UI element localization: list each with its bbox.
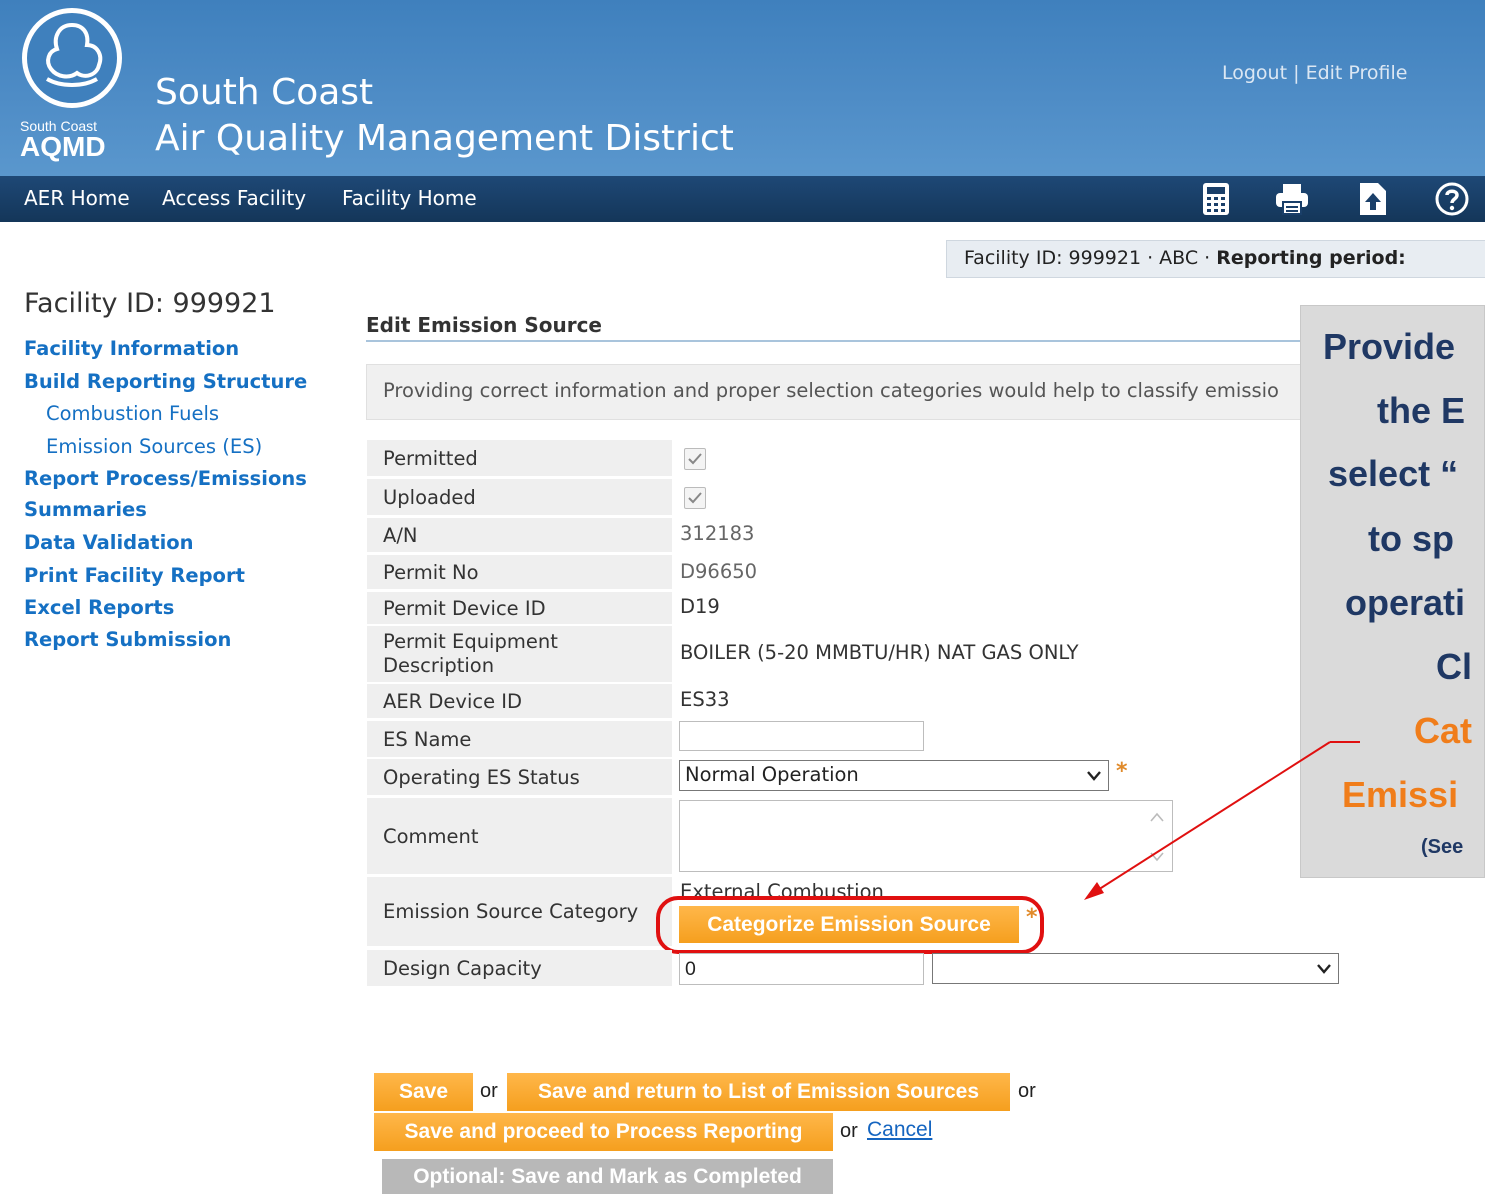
- permit-equipment-description-label: Permit Equipment Description: [367, 626, 672, 682]
- nav-aer-home[interactable]: AER Home: [24, 186, 130, 210]
- callout-line: (See: [1421, 836, 1464, 858]
- title-divider: [366, 340, 1306, 342]
- or-text: or: [1018, 1080, 1036, 1102]
- callout-line: select “: [1328, 453, 1459, 494]
- an-label: A/N: [367, 518, 672, 552]
- comment-label: Comment: [367, 798, 672, 874]
- sidebar-title: Facility ID: 999921: [24, 288, 276, 319]
- es-name-label: ES Name: [367, 721, 672, 757]
- facility-info-bar: Facility ID: 999921 · ABC · Reporting pe…: [946, 240, 1485, 278]
- callout-line: the E: [1377, 390, 1466, 431]
- or-text: or: [480, 1080, 498, 1102]
- required-asterisk: *: [1026, 905, 1038, 930]
- sidebar-item-report-process-emissions[interactable]: Report Process/Emissions: [24, 467, 307, 490]
- permit-equipment-description-value: BOILER (5-20 MMBTU/HR) NAT GAS ONLY: [680, 641, 1079, 664]
- sidebar-item-summaries[interactable]: Summaries: [24, 498, 147, 521]
- callout-line: Cat: [1414, 710, 1473, 751]
- chevron-down-icon: [1317, 964, 1331, 974]
- facility-bar-prefix: Facility ID: 999921 · ABC ·: [964, 247, 1217, 269]
- design-capacity-input[interactable]: [679, 953, 924, 985]
- design-capacity-label: Design Capacity: [367, 950, 672, 986]
- aer-device-id-label: AER Device ID: [367, 684, 672, 718]
- nav-access-facility[interactable]: Access Facility: [162, 186, 306, 210]
- sidebar-item-build-reporting-structure[interactable]: Build Reporting Structure: [24, 370, 307, 393]
- or-text: or: [840, 1120, 858, 1142]
- permit-no-label: Permit No: [367, 555, 672, 589]
- operating-status-label: Operating ES Status: [367, 759, 672, 795]
- emission-source-category-label: Emission Source Category: [367, 877, 672, 946]
- help-icon[interactable]: [1434, 181, 1469, 217]
- logout-link[interactable]: Logout: [1222, 62, 1287, 84]
- org-name-line2: Air Quality Management District: [155, 118, 734, 159]
- permitted-label: Permitted: [367, 440, 672, 476]
- main-nav: AER Home Access Facility Facility Home: [0, 176, 1485, 222]
- sidebar-item-print-facility-report[interactable]: Print Facility Report: [24, 564, 245, 587]
- uploaded-checkbox[interactable]: [684, 487, 706, 509]
- sidebar-item-combustion-fuels[interactable]: Combustion Fuels: [46, 402, 219, 425]
- emission-source-category-value: External Combustion: [680, 880, 884, 898]
- aqmd-logo[interactable]: South Coast AQMD: [20, 8, 122, 162]
- logo-emblem-icon: [22, 8, 122, 108]
- callout-line: Cl: [1436, 646, 1472, 687]
- nav-facility-home[interactable]: Facility Home: [342, 186, 477, 210]
- calculator-icon[interactable]: [1199, 181, 1233, 217]
- arrow-icon: [1084, 741, 1360, 900]
- operating-status-value: Normal Operation: [685, 763, 859, 786]
- save-button[interactable]: Save: [374, 1073, 473, 1111]
- callout-line: Provide: [1323, 326, 1456, 367]
- check-icon: [688, 492, 702, 504]
- an-value: 312183: [680, 522, 755, 545]
- callout-line: to sp: [1368, 518, 1454, 559]
- permit-no-value: D96650: [680, 560, 758, 583]
- save-and-proceed-button[interactable]: Save and proceed to Process Reporting: [374, 1113, 833, 1151]
- cancel-link[interactable]: Cancel: [867, 1118, 932, 1142]
- reporting-period-label: Reporting period:: [1216, 247, 1406, 269]
- capacity-unit-select[interactable]: [932, 953, 1339, 984]
- check-icon: [688, 453, 702, 465]
- link-separator: |: [1293, 62, 1300, 84]
- save-and-mark-completed-button[interactable]: Optional: Save and Mark as Completed: [382, 1159, 833, 1194]
- aer-device-id-value: ES33: [680, 688, 730, 711]
- upload-icon[interactable]: [1356, 181, 1390, 217]
- sidebar-item-data-validation[interactable]: Data Validation: [24, 531, 194, 554]
- account-links: Logout | Edit Profile: [1222, 62, 1407, 84]
- uploaded-label: Uploaded: [367, 479, 672, 515]
- sidebar-item-excel-reports[interactable]: Excel Reports: [24, 596, 174, 619]
- edit-profile-link[interactable]: Edit Profile: [1306, 62, 1408, 84]
- sidebar-item-facility-information[interactable]: Facility Information: [24, 337, 239, 360]
- info-message: Providing correct information and proper…: [366, 364, 1306, 420]
- permitted-checkbox[interactable]: [684, 448, 706, 470]
- sidebar-item-emission-sources[interactable]: Emission Sources (ES): [46, 435, 262, 458]
- es-name-input[interactable]: [679, 721, 924, 751]
- site-header: South Coast AQMD South Coast Air Quality…: [0, 0, 1485, 176]
- save-and-return-button[interactable]: Save and return to List of Emission Sour…: [507, 1073, 1010, 1111]
- permit-device-id-value: D19: [680, 595, 720, 618]
- categorize-emission-source-button[interactable]: Categorize Emission Source: [679, 906, 1019, 943]
- print-icon[interactable]: [1274, 181, 1308, 217]
- callout-line: operati: [1345, 582, 1466, 623]
- operating-status-select[interactable]: Normal Operation: [679, 760, 1109, 791]
- permit-device-id-label: Permit Device ID: [367, 592, 672, 624]
- logo-text-big: AQMD: [20, 131, 106, 162]
- page-title: Edit Emission Source: [366, 313, 602, 337]
- sidebar-item-report-submission[interactable]: Report Submission: [24, 628, 231, 651]
- org-name-line1: South Coast: [155, 72, 374, 113]
